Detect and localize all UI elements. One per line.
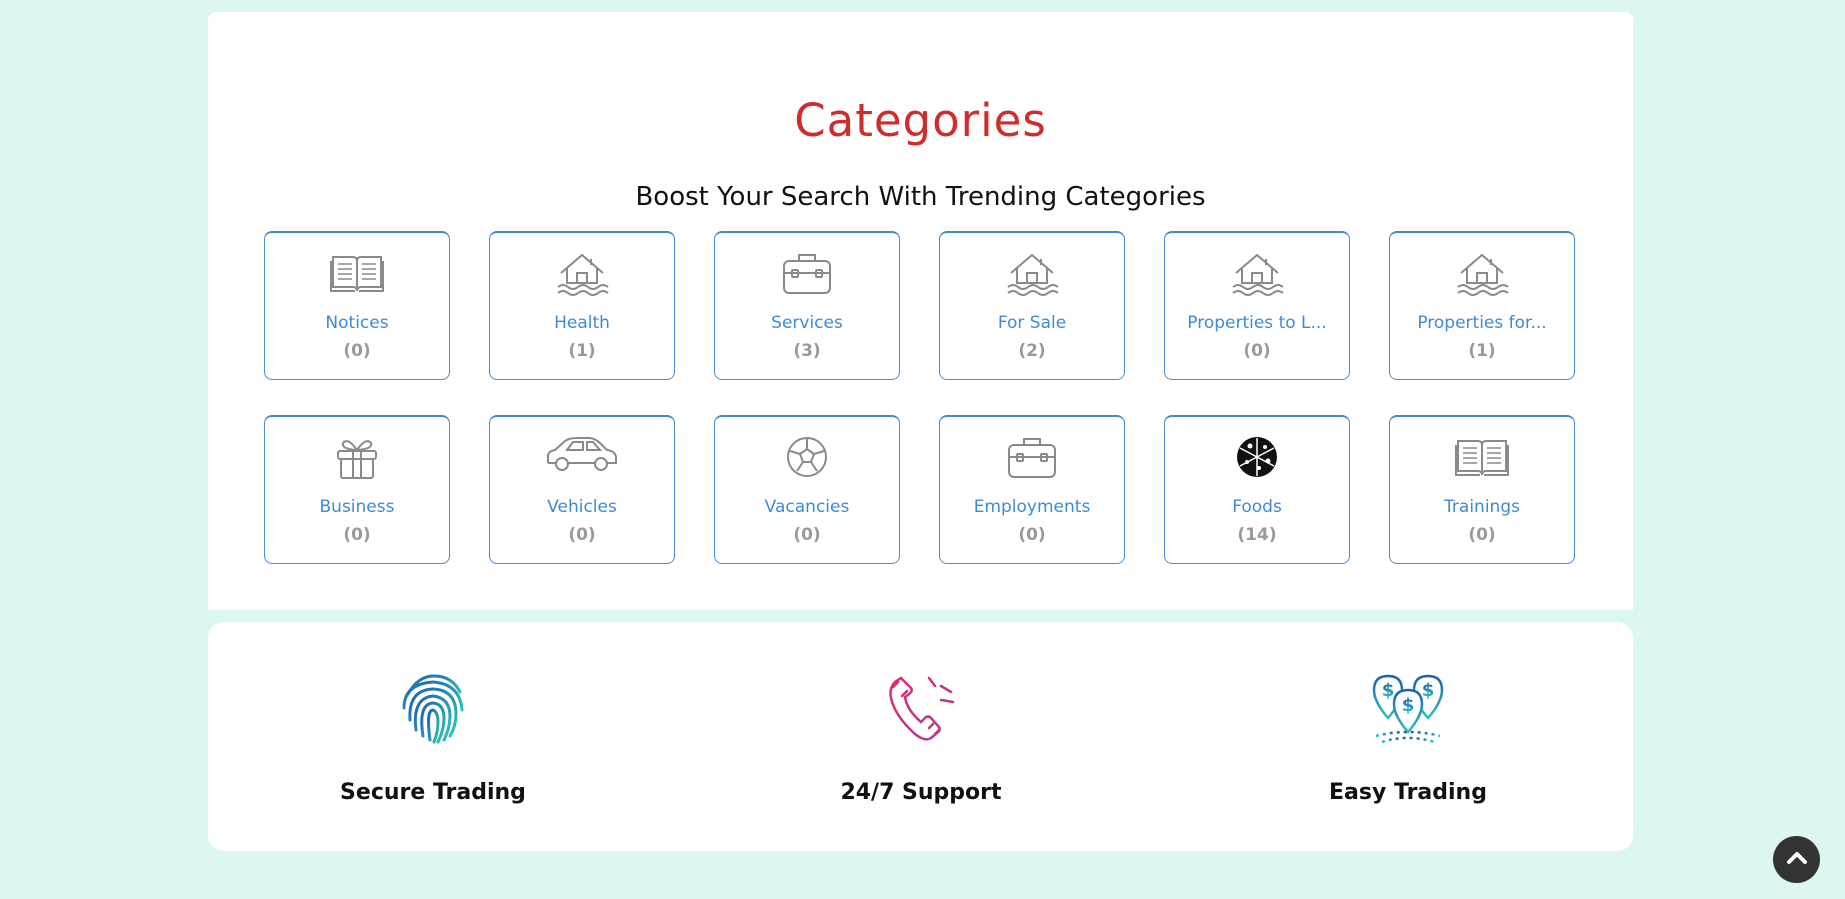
- phone-ringing-icon: [771, 672, 1071, 746]
- category-label: Foods: [1232, 497, 1282, 517]
- feature-secure-trading: Secure Trading: [283, 672, 583, 805]
- category-count: (2): [1018, 341, 1046, 361]
- category-card-foods[interactable]: Foods (14): [1164, 415, 1350, 564]
- car-icon: [490, 435, 674, 481]
- house-flood-icon: [1390, 251, 1574, 297]
- feature-label: 24/7 Support: [840, 780, 1002, 805]
- category-card-business[interactable]: Business (0): [264, 415, 450, 564]
- category-count: (0): [793, 525, 821, 545]
- category-label: For Sale: [997, 313, 1067, 333]
- briefcase-icon: [715, 251, 899, 297]
- category-card-trainings[interactable]: Trainings (0): [1389, 415, 1575, 564]
- house-flood-icon: [490, 251, 674, 297]
- category-label: Business: [319, 497, 395, 517]
- category-count: (3): [793, 341, 821, 361]
- category-card-for-sale[interactable]: For Sale (2): [939, 231, 1125, 380]
- feature-easy-trading: $ $ $ Easy Trading: [1258, 672, 1558, 805]
- category-label: Properties to L...: [1187, 313, 1327, 333]
- category-label: Notices: [325, 313, 389, 333]
- category-count: (1): [1468, 341, 1496, 361]
- scroll-to-top-button[interactable]: [1773, 836, 1820, 883]
- svg-text:$: $: [1422, 680, 1435, 701]
- page-subtitle: Boost Your Search With Trending Categori…: [635, 182, 1206, 212]
- category-label: Vehicles: [547, 497, 617, 517]
- category-label: Properties for...: [1417, 313, 1547, 333]
- money-pins-icon: $ $ $: [1258, 672, 1558, 746]
- category-label: Services: [771, 313, 843, 333]
- category-card-vacancies[interactable]: Vacancies (0): [714, 415, 900, 564]
- category-card-vehicles[interactable]: Vehicles (0): [489, 415, 675, 564]
- briefcase-icon: [940, 435, 1124, 481]
- gift-box-icon: [265, 435, 449, 481]
- category-count: (0): [568, 525, 596, 545]
- book-icon: [265, 251, 449, 297]
- house-flood-icon: [1165, 251, 1349, 297]
- chevron-up-icon: [1785, 846, 1809, 874]
- category-card-services[interactable]: Services (3): [714, 231, 900, 380]
- category-label: Employments: [973, 497, 1091, 517]
- category-count: (0): [1468, 525, 1496, 545]
- book-icon: [1390, 435, 1574, 481]
- soccer-ball-icon: [715, 435, 899, 481]
- category-count: (1): [568, 341, 596, 361]
- svg-text:$: $: [1382, 680, 1395, 701]
- category-card-notices[interactable]: Notices (0): [264, 231, 450, 380]
- category-count: (0): [1018, 525, 1046, 545]
- category-card-employments[interactable]: Employments (0): [939, 415, 1125, 564]
- pizza-icon: [1165, 435, 1349, 481]
- house-flood-icon: [940, 251, 1124, 297]
- category-count: (0): [343, 341, 371, 361]
- category-count: (14): [1237, 525, 1277, 545]
- category-count: (0): [343, 525, 371, 545]
- feature-label: Secure Trading: [340, 780, 526, 805]
- category-label: Health: [554, 313, 610, 333]
- feature-label: Easy Trading: [1329, 780, 1487, 805]
- page-title: Categories: [794, 94, 1047, 147]
- feature-support: 24/7 Support: [771, 672, 1071, 805]
- category-card-properties-for-sale[interactable]: Properties for... (1): [1389, 231, 1575, 380]
- category-label: Trainings: [1444, 497, 1520, 517]
- category-count: (0): [1243, 341, 1271, 361]
- category-label: Vacancies: [764, 497, 850, 517]
- category-card-properties-to-let[interactable]: Properties to L... (0): [1164, 231, 1350, 380]
- fingerprint-icon: [283, 672, 583, 746]
- category-card-health[interactable]: Health (1): [489, 231, 675, 380]
- svg-text:$: $: [1402, 695, 1415, 716]
